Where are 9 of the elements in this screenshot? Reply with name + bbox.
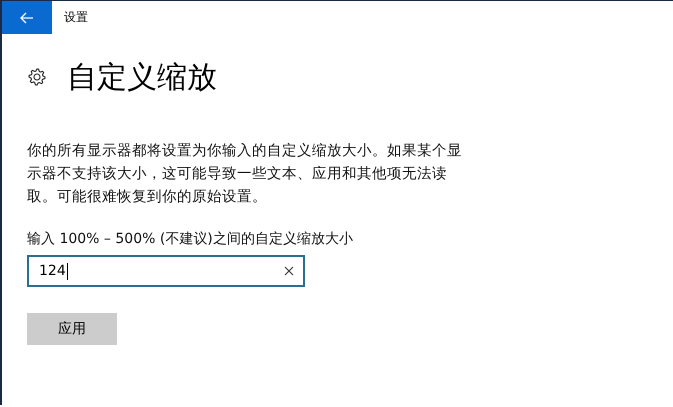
description-text: 你的所有显示器都将设置为你输入的自定义缩放大小。如果某个显示器不支持该大小，这可能导致一些文本、应用和其他项无法读取。可能很难恢复到你的原始设置。 [27, 141, 463, 207]
field-label: 输入 100% – 500% (不建议)之间的自定义缩放大小 [27, 230, 354, 248]
gear-icon [27, 67, 47, 87]
back-arrow-icon [20, 12, 34, 24]
page-heading: 自定义缩放 [67, 58, 217, 96]
apply-button[interactable]: 应用 [27, 313, 117, 345]
clear-icon[interactable] [284, 266, 294, 276]
window-title: 设置 [64, 9, 88, 26]
scale-input-field[interactable]: 124 [27, 255, 305, 287]
